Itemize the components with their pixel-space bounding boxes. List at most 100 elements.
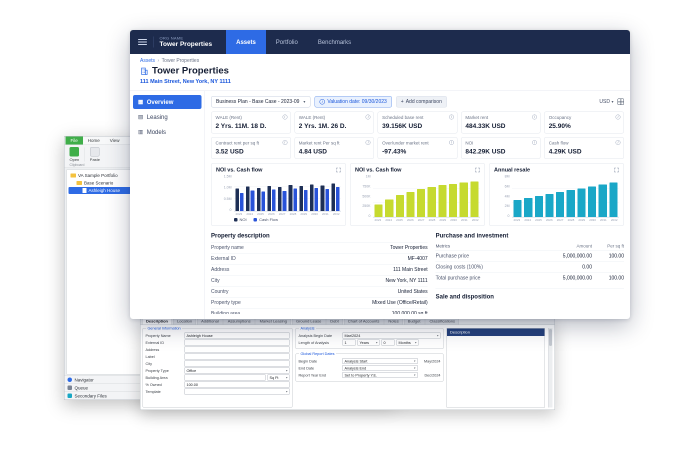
property-address-link[interactable]: 111 Main Street, New York, NY 1111 — [140, 79, 231, 85]
external-id-field[interactable] — [185, 340, 290, 346]
area-unit-select[interactable]: Sq Ft▾ — [268, 375, 290, 381]
info-icon[interactable]: i — [532, 115, 537, 120]
info-icon[interactable]: i — [366, 140, 371, 145]
paste-button[interactable]: Paste — [88, 147, 102, 163]
template-select[interactable]: ▾ — [185, 389, 290, 395]
bar-cash-flow — [449, 184, 457, 217]
info-icon[interactable]: i — [449, 115, 454, 120]
analysis-begin-date-select[interactable]: Mar/2024▾ — [343, 333, 441, 339]
info-icon[interactable]: i — [366, 115, 371, 120]
expand-icon[interactable] — [614, 168, 619, 173]
kpi-grid: WALE (Rent)2 Yrs. 11M. 18 D.i WALE (Rent… — [211, 112, 624, 160]
page-header: Assets › Tower Properties Tower Properti… — [130, 54, 630, 91]
view-tab[interactable]: View — [105, 137, 125, 145]
file-tab[interactable]: File — [66, 137, 83, 145]
bar-group — [428, 175, 436, 217]
begin-date-select[interactable]: Analysis Start▾ — [343, 358, 418, 364]
info-icon[interactable]: i — [449, 140, 454, 145]
bar-cash-flow — [272, 189, 276, 211]
scenario-dropdown[interactable]: Business Plan - Base Case - 2023-09 ▾ — [211, 96, 310, 108]
row-value: United States — [398, 289, 428, 295]
open-button[interactable]: Open — [68, 147, 82, 163]
length-years-field[interactable] — [343, 340, 356, 346]
kpi-value: 4.84 USD — [299, 148, 370, 156]
row-label: Closing costs (100%) — [436, 265, 537, 271]
layout-grid-icon[interactable] — [618, 99, 625, 106]
x-tick-label: 2032 — [611, 219, 618, 222]
info-icon[interactable]: i — [282, 140, 287, 145]
vertical-scrollbar[interactable] — [548, 328, 553, 408]
bar-plot — [512, 175, 619, 218]
kpi-value: 2 Yrs. 1M. 26 D. — [299, 122, 370, 130]
kpi-value: 25.90% — [549, 122, 620, 130]
column-header: Amount — [537, 244, 592, 249]
open-button-label: Open — [70, 158, 80, 163]
nav-tab-benchmarks[interactable]: Benchmarks — [308, 30, 361, 54]
legend-dot-cashflow — [254, 218, 258, 222]
bar-cash-flow — [375, 204, 383, 217]
nav-tab-assets[interactable]: Assets — [226, 30, 266, 54]
label-field[interactable] — [185, 354, 290, 360]
open-icon — [70, 147, 80, 157]
bar-resale — [588, 186, 596, 217]
valuation-date-pill[interactable]: i Valuation date: 09/30/2023 — [314, 96, 391, 108]
row-label: Country — [211, 289, 229, 295]
bar-group — [599, 175, 607, 217]
navigator-icon — [68, 378, 73, 383]
city-field[interactable] — [185, 361, 290, 367]
chevron-down-icon: ▾ — [415, 341, 417, 345]
sidebar-item-leasing[interactable]: ▤ Leasing — [133, 110, 202, 124]
breadcrumb-assets-link[interactable]: Assets — [140, 58, 155, 64]
info-icon[interactable]: i — [616, 115, 621, 120]
bar-cash-flow — [325, 189, 329, 211]
scrollbar-thumb[interactable] — [549, 329, 552, 346]
bar-noi — [278, 187, 282, 211]
row-value: Tower Properties — [390, 245, 428, 251]
kpi-card-over-under-market: Over/under market rent-97.43%i — [378, 137, 458, 159]
currency-selector[interactable]: USD ▾ — [599, 99, 613, 105]
clipboard-group-label: Clipboard — [70, 164, 85, 168]
app-logo[interactable]: Org Name Tower Properties — [160, 36, 213, 48]
field-label: Template — [146, 389, 183, 394]
building-area-field[interactable] — [185, 375, 266, 381]
row-label: Property name — [211, 245, 244, 251]
row-value: Mixed Use (Office/Retail) — [372, 300, 427, 306]
y-tick-label: 250K — [362, 205, 370, 209]
app-title-label: Tower Properties — [160, 41, 213, 48]
home-tab[interactable]: Home — [83, 137, 105, 145]
x-tick-label: 2030 — [589, 219, 596, 222]
property-name-field[interactable] — [185, 333, 290, 339]
address-field[interactable] — [185, 347, 290, 353]
nav-tab-portfolio[interactable]: Portfolio — [266, 30, 308, 54]
x-tick-label: 2026 — [546, 219, 553, 222]
property-type-select[interactable]: Office▾ — [185, 368, 290, 374]
menu-icon[interactable] — [138, 39, 147, 45]
bar-noi — [331, 184, 335, 211]
end-date-select[interactable]: Analysis End▾ — [343, 365, 418, 371]
report-year-end-select[interactable]: Set to Property Y.E.▾ — [343, 372, 418, 378]
bar-group — [385, 175, 393, 217]
row-label: Property type — [211, 300, 241, 306]
secondary-files-label: Secondary Files — [75, 393, 107, 398]
toolbar-row: Business Plan - Base Case - 2023-09 ▾ i … — [211, 96, 624, 108]
bar-noi — [299, 186, 303, 211]
group-title: Analysis — [299, 326, 316, 331]
info-icon[interactable]: i — [532, 140, 537, 145]
row-amount: 5,000,000.00 — [537, 276, 592, 282]
info-icon[interactable]: i — [616, 140, 621, 145]
expand-icon[interactable] — [336, 168, 341, 173]
sidebar-item-models[interactable]: ▥ Models — [133, 125, 202, 139]
description-textarea[interactable] — [447, 336, 545, 407]
bar-group — [278, 175, 286, 211]
sidebar-item-overview[interactable]: ▦ Overview — [133, 95, 202, 109]
length-months-unit-select[interactable]: Months▾ — [397, 340, 419, 346]
legend-item-noi: NOI — [234, 218, 247, 223]
kpi-value: 484.33K USD — [465, 122, 536, 130]
info-icon[interactable]: i — [282, 115, 287, 120]
percent-owned-field[interactable] — [185, 382, 290, 388]
expand-icon[interactable] — [475, 168, 480, 173]
length-months-field[interactable] — [382, 340, 395, 346]
desktop-background: File Home View Open Paste Clipboard VA S… — [0, 0, 700, 450]
add-comparison-button[interactable]: + Add comparison — [396, 96, 447, 108]
length-years-unit-select[interactable]: Years▾ — [358, 340, 380, 346]
